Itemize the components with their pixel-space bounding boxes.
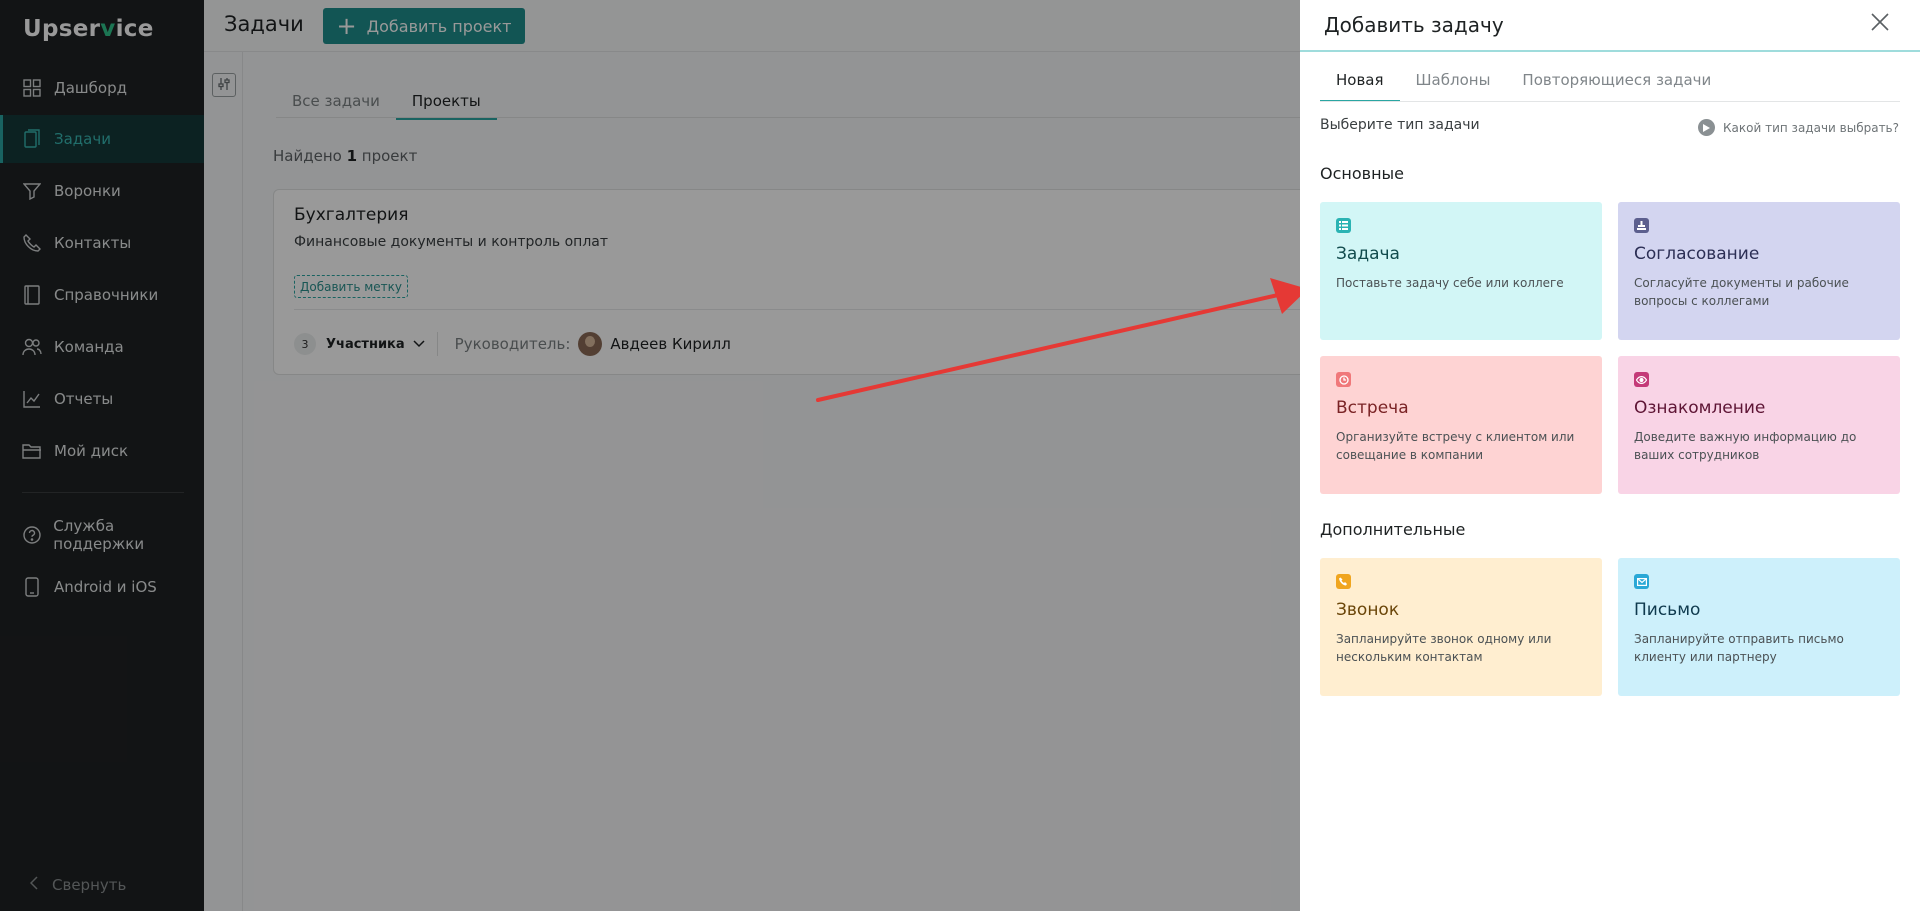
panel-title: Добавить задачу	[1324, 13, 1504, 37]
task-type-desc: Запланируйте звонок одному или нескольки…	[1336, 632, 1552, 664]
list-icon	[1336, 218, 1351, 233]
tab-new[interactable]: Новая	[1320, 62, 1400, 102]
modal-overlay[interactable]	[0, 0, 1300, 911]
eye-icon	[1634, 372, 1649, 387]
task-type-name: Ознакомление	[1634, 398, 1766, 418]
close-icon	[1871, 13, 1889, 35]
task-type-name: Задача	[1336, 244, 1400, 264]
tab-recurring[interactable]: Повторяющиеся задачи	[1506, 62, 1727, 102]
task-type-name: Письмо	[1634, 600, 1701, 620]
mail-icon	[1634, 574, 1649, 589]
annotation-arrow	[816, 278, 1308, 402]
task-type-desc: Запланируйте отправить письмо клиенту ил…	[1634, 632, 1844, 664]
section-main: Основные	[1320, 164, 1405, 183]
call-icon	[1336, 574, 1351, 589]
section-extra: Дополнительные	[1320, 520, 1466, 539]
approve-icon	[1634, 218, 1649, 233]
clock-icon	[1336, 372, 1351, 387]
task-type-desc: Доведите важную информацию до ваших сотр…	[1634, 430, 1857, 462]
panel-tabs-divider	[1320, 101, 1900, 102]
add-task-panel: Добавить задачу Новая Шаблоны Повторяющи…	[1300, 0, 1920, 911]
choose-type-label: Выберите тип задачи	[1320, 117, 1480, 133]
play-icon	[1698, 119, 1716, 136]
task-type-approval[interactable]: Согласование Согласуйте документы и рабо…	[1618, 202, 1900, 340]
close-button[interactable]	[1868, 12, 1892, 36]
task-type-call[interactable]: Звонок Запланируйте звонок одному или не…	[1320, 558, 1602, 696]
task-type-acquaint[interactable]: Ознакомление Доведите важную информацию …	[1618, 356, 1900, 494]
panel-header: Добавить задачу	[1300, 0, 1920, 52]
task-type-desc: Согласуйте документы и рабочие вопросы с…	[1634, 276, 1849, 308]
task-type-name: Согласование	[1634, 244, 1760, 264]
task-type-name: Встреча	[1336, 398, 1409, 418]
task-type-meeting[interactable]: Встреча Организуйте встречу с клиентом и…	[1320, 356, 1602, 494]
task-type-letter[interactable]: Письмо Запланируйте отправить письмо кли…	[1618, 558, 1900, 696]
help-link[interactable]: Какой тип задачи выбрать?	[1698, 119, 1899, 136]
task-type-desc: Поставьте задачу себе или коллеге	[1336, 276, 1564, 290]
tab-templates[interactable]: Шаблоны	[1400, 62, 1507, 102]
task-type-desc: Организуйте встречу с клиентом или совещ…	[1336, 430, 1575, 462]
panel-tabs: Новая Шаблоны Повторяющиеся задачи	[1320, 62, 1727, 102]
task-type-name: Звонок	[1336, 600, 1400, 620]
task-type-task[interactable]: Задача Поставьте задачу себе или коллеге	[1320, 202, 1602, 340]
